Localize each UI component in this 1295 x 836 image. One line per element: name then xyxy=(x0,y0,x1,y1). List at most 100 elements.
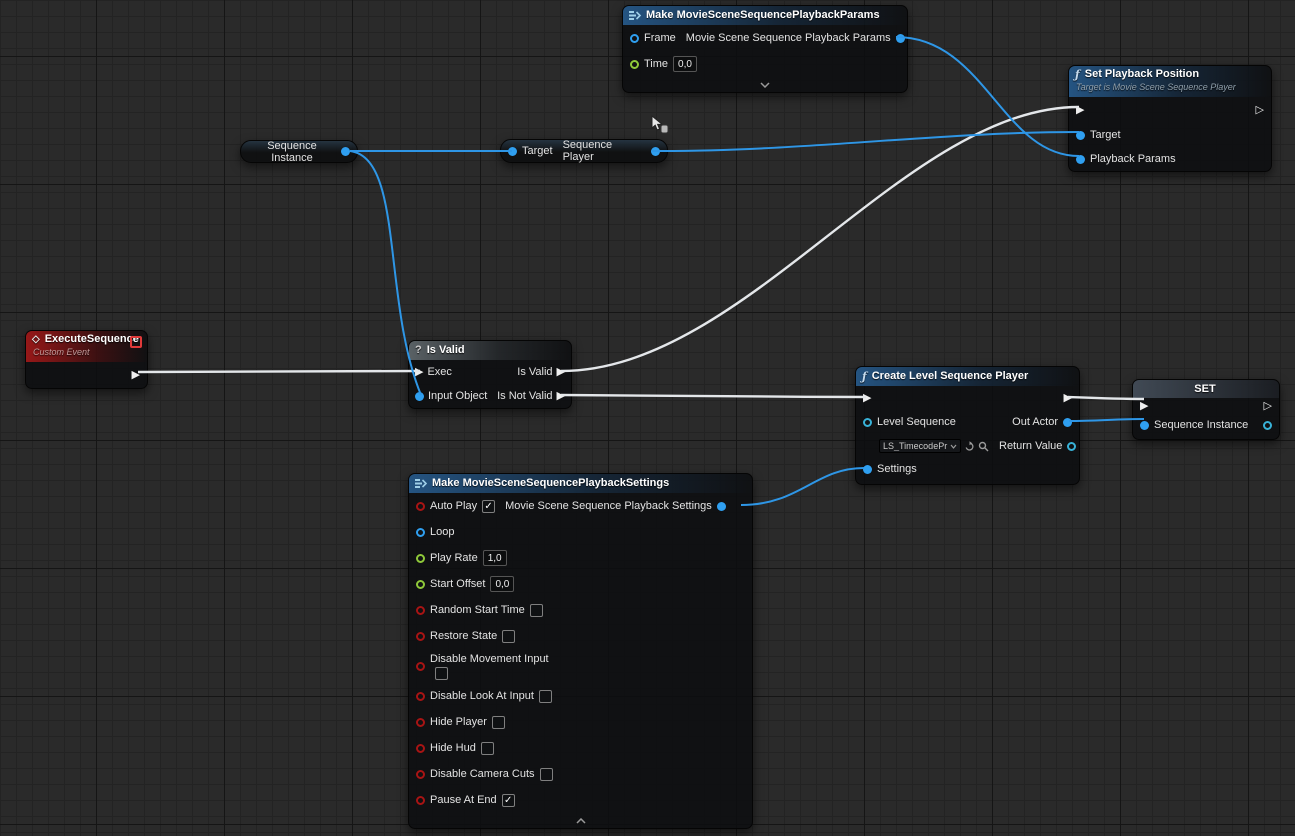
node-create-level-sequence-player[interactable]: ƒ Create Level Sequence Player ▶ ▶ Level… xyxy=(855,366,1080,485)
input-object-pin[interactable] xyxy=(415,392,424,401)
time-value-field[interactable]: 0,0 xyxy=(673,56,697,72)
node-set-playback-position[interactable]: ƒ Set Playback Position Target is Movie … xyxy=(1068,65,1272,172)
settings-pin-row: Start Offset0,0 xyxy=(409,571,752,597)
value-field[interactable]: 1,0 xyxy=(483,550,507,566)
pin-label: Out Actor xyxy=(1012,416,1058,428)
data-wire[interactable] xyxy=(741,468,864,505)
exec-out-pin[interactable]: ▷ xyxy=(1264,401,1272,412)
settings-pin-row: Hide Player xyxy=(409,709,752,735)
checkbox[interactable] xyxy=(540,768,553,781)
playback-params-pin[interactable] xyxy=(1076,155,1085,164)
pin-label: Is Valid xyxy=(517,366,552,378)
playback-settings-out-pin[interactable] xyxy=(717,502,726,511)
node-header[interactable]: SET xyxy=(1133,380,1279,398)
pin-label: Movie Scene Sequence Playback Params xyxy=(686,32,891,44)
bool-pin[interactable] xyxy=(416,502,425,511)
time-pin[interactable] xyxy=(630,60,639,69)
exec-in-pin[interactable]: ▶ xyxy=(415,367,423,378)
function-icon: ƒ xyxy=(1075,68,1080,81)
function-icon: ƒ xyxy=(862,370,867,383)
frame-pin[interactable] xyxy=(630,34,639,43)
bool-pin[interactable] xyxy=(416,718,425,727)
target-in-pin[interactable] xyxy=(508,147,517,156)
collapse-pins-button[interactable] xyxy=(409,813,752,828)
checkbox[interactable]: ✓ xyxy=(502,794,515,807)
bool-pin[interactable] xyxy=(416,796,425,805)
checkbox[interactable] xyxy=(502,630,515,643)
playback-params-out-pin[interactable] xyxy=(896,34,905,43)
pin-label: Return Value xyxy=(999,440,1062,452)
value-field[interactable]: 0,0 xyxy=(490,576,514,592)
checkbox[interactable] xyxy=(481,742,494,755)
asset-picker[interactable]: LS_TimecodePr xyxy=(879,439,989,453)
exec-wire[interactable] xyxy=(561,395,866,397)
node-is-valid[interactable]: ? Is Valid ▶ Exec Is Valid ▶ Input Objec… xyxy=(408,340,572,409)
is-not-valid-exec-out-pin[interactable]: ▶ xyxy=(557,391,565,402)
settings-pin[interactable] xyxy=(863,465,872,474)
checkbox[interactable] xyxy=(539,690,552,703)
pin-label: Playback Params xyxy=(1090,153,1176,165)
checkbox[interactable] xyxy=(492,716,505,729)
sequence-instance-out-pin[interactable] xyxy=(341,147,350,156)
node-title: Make MovieSceneSequencePlaybackParams xyxy=(646,9,880,22)
settings-pin-row: Disable Camera Cuts xyxy=(409,761,752,787)
node-header[interactable]: ? Is Valid xyxy=(409,341,571,360)
bool-pin[interactable] xyxy=(416,606,425,615)
out-actor-pin[interactable] xyxy=(1063,418,1072,427)
node-header[interactable]: ƒ Set Playback Position Target is Movie … xyxy=(1069,66,1271,97)
sequence-player-out-pin[interactable] xyxy=(651,147,660,156)
node-get-sequence-player[interactable]: Target Sequence Player xyxy=(500,139,668,163)
node-get-sequence-instance[interactable]: Sequence Instance xyxy=(240,140,358,163)
node-set-sequence-instance[interactable]: SET ▶ ▷ Sequence Instance xyxy=(1132,379,1280,440)
object-pin[interactable] xyxy=(416,528,425,537)
blueprint-graph-canvas[interactable]: Make MovieSceneSequencePlaybackParams Fr… xyxy=(0,0,1295,836)
is-valid-exec-out-pin[interactable]: ▶ xyxy=(557,367,565,378)
data-wire[interactable] xyxy=(896,37,1079,156)
pin-label: Loop xyxy=(430,526,454,538)
pin-label: Hide Player xyxy=(430,716,487,728)
browse-asset-icon[interactable] xyxy=(978,441,989,452)
exec-in-pin[interactable]: ▶ xyxy=(863,393,871,404)
checkbox[interactable] xyxy=(530,604,543,617)
node-make-playback-params[interactable]: Make MovieSceneSequencePlaybackParams Fr… xyxy=(622,5,908,93)
settings-pin-row: Auto Play✓Movie Scene Sequence Playback … xyxy=(409,493,752,519)
asset-dropdown[interactable]: LS_TimecodePr xyxy=(879,439,961,453)
exec-in-pin[interactable]: ▶ xyxy=(1140,401,1148,412)
pin-label: Target xyxy=(1090,129,1121,141)
checkbox[interactable]: ✓ xyxy=(482,500,495,513)
return-value-pin[interactable] xyxy=(1067,442,1076,451)
exec-in-pin[interactable]: ▶ xyxy=(1076,105,1084,116)
node-header[interactable]: Make MovieSceneSequencePlaybackSettings xyxy=(409,474,752,493)
chevron-down-icon xyxy=(760,82,770,88)
collapse-pins-button[interactable] xyxy=(623,77,907,92)
bool-pin[interactable] xyxy=(416,692,425,701)
node-header[interactable]: Make MovieSceneSequencePlaybackParams xyxy=(623,6,907,25)
node-header[interactable]: ◇ ExecuteSequence Custom Event xyxy=(26,331,147,362)
node-subtitle: Target is Movie Scene Sequence Player xyxy=(1076,81,1263,94)
use-selected-icon[interactable] xyxy=(964,441,975,452)
float-pin[interactable] xyxy=(416,554,425,563)
bool-pin[interactable] xyxy=(416,632,425,641)
node-header[interactable]: ƒ Create Level Sequence Player xyxy=(856,367,1079,386)
node-make-playback-settings[interactable]: Make MovieSceneSequencePlaybackSettings … xyxy=(408,473,753,829)
float-pin[interactable] xyxy=(416,580,425,589)
exec-out-pin[interactable]: ▷ xyxy=(1256,105,1264,116)
checkbox[interactable] xyxy=(435,667,448,680)
pin-label: Restore State xyxy=(430,630,497,642)
pin-label: Target xyxy=(522,145,553,157)
value-out-pin[interactable] xyxy=(1263,421,1272,430)
node-execute-sequence-event[interactable]: ◇ ExecuteSequence Custom Event ▶ xyxy=(25,330,148,389)
bool-pin[interactable] xyxy=(416,770,425,779)
bool-pin[interactable] xyxy=(416,662,425,671)
bool-pin[interactable] xyxy=(416,744,425,753)
target-pin[interactable] xyxy=(1076,131,1085,140)
exec-out-pin[interactable]: ▶ xyxy=(1064,393,1072,404)
pin-label: Input Object xyxy=(428,390,487,402)
exec-wire[interactable] xyxy=(138,371,420,372)
pin-label: Is Not Valid xyxy=(497,390,552,402)
exec-out-pin[interactable]: ▶ xyxy=(132,370,140,381)
sequence-instance-in-pin[interactable] xyxy=(1140,421,1149,430)
mouse-cursor-icon xyxy=(648,114,670,136)
level-sequence-pin[interactable] xyxy=(863,418,872,427)
data-wire[interactable] xyxy=(652,132,1079,151)
